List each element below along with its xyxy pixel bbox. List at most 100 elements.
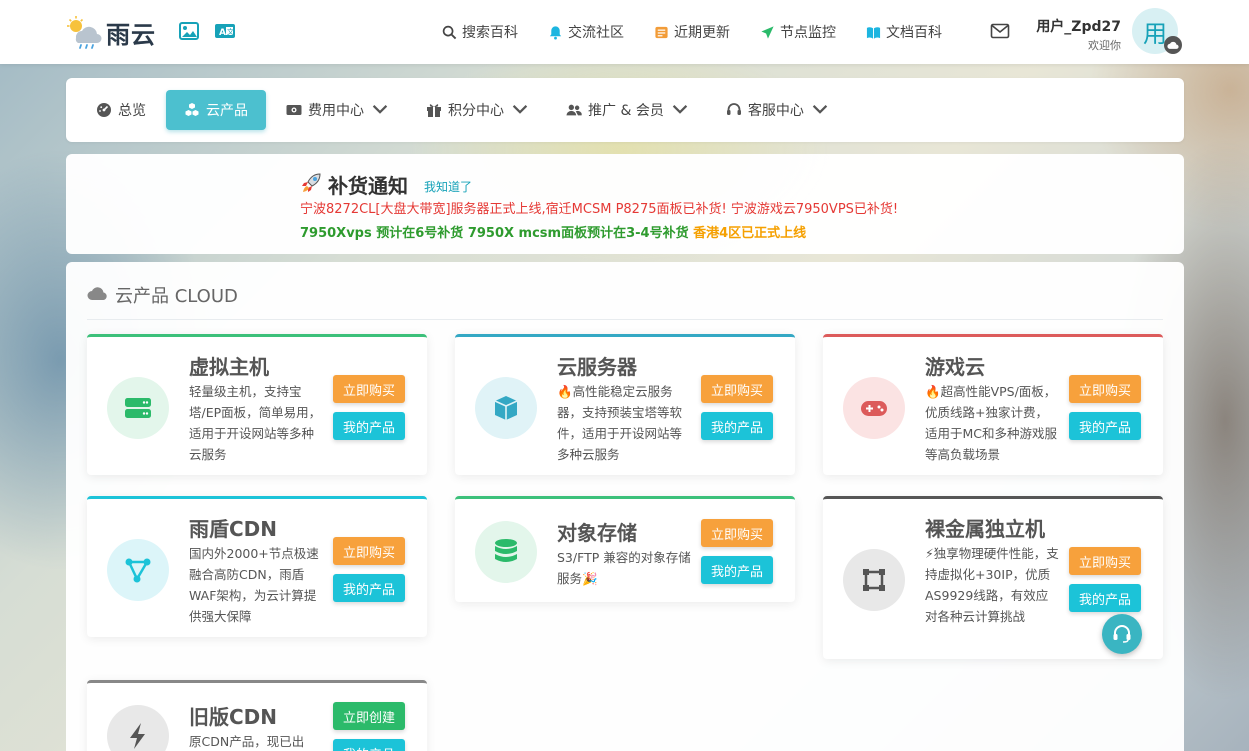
user-welcome: 欢迎你 xyxy=(1088,39,1121,52)
nav-label: 搜索百科 xyxy=(462,25,518,41)
buy-button[interactable]: 立即购买 xyxy=(333,375,405,403)
gamepad-icon xyxy=(843,377,905,439)
menu-cloud-products[interactable]: 云产品 xyxy=(166,90,266,130)
server-icon xyxy=(107,377,169,439)
panel-title: 云产品 CLOUD xyxy=(115,286,238,307)
svg-text:文: 文 xyxy=(227,27,234,36)
nav-label: 近期更新 xyxy=(674,25,730,41)
notice-title: 补货通知 xyxy=(328,174,408,198)
menu-billing[interactable]: 费用中心 xyxy=(268,90,406,130)
notice-header: 补货通知 我知道了 xyxy=(300,170,472,199)
headset-icon xyxy=(726,103,741,115)
card-title: 裸金属独立机 xyxy=(925,517,1045,541)
nav-search-wiki[interactable]: 搜索百科 xyxy=(442,22,518,42)
cloud-icon xyxy=(87,287,107,300)
buy-button[interactable]: 立即购买 xyxy=(1069,547,1141,575)
notes-icon xyxy=(655,26,668,38)
rocket-icon xyxy=(300,171,324,199)
buy-button[interactable]: 立即购买 xyxy=(333,537,405,565)
menu-label: 推广 & 会员 xyxy=(588,103,664,119)
product-card-cdn: 雨盾CDN 国内外2000+节点极速融合高防CDN，雨盾WAF架构，为云计算提供… xyxy=(87,496,427,637)
menu-promotion[interactable]: 推广 & 会员 xyxy=(548,90,706,130)
my-products-button[interactable]: 我的产品 xyxy=(1069,584,1141,612)
mail-icon[interactable] xyxy=(990,22,1010,40)
notice-line-2: 7950Xvps 预计在6号补货 7950X mcsm面板预计在3-4号补货 香… xyxy=(300,222,806,241)
menu-label: 客服中心 xyxy=(747,103,804,119)
card-title: 游戏云 xyxy=(925,355,985,379)
product-card-legacy-cdn: 旧版CDN 原CDN产品，现已出 立即创建 我的产品 xyxy=(87,680,427,751)
search-icon xyxy=(442,25,457,39)
product-card-cloud-server: 云服务器 🔥高性能稳定云服务器，支持预装宝塔等软件，适用于开设网站等多种云服务 … xyxy=(455,334,795,475)
chevron-down-icon xyxy=(812,101,828,120)
box-icon xyxy=(475,377,537,439)
card-title: 对象存储 xyxy=(557,521,637,545)
buy-button[interactable]: 立即购买 xyxy=(701,519,773,547)
support-float-button[interactable] xyxy=(1102,614,1142,654)
restock-notice: 补货通知 我知道了 宁波8272CL[大盘大带宽]服务器正式上线,宿迁MCSM … xyxy=(66,154,1184,254)
create-button[interactable]: 立即创建 xyxy=(333,702,405,730)
bolt-icon xyxy=(107,705,169,751)
card-desc: 轻量级主机，支持宝塔/EP面板，简单易用，适用于开设网站等多种云服务 xyxy=(189,384,322,462)
notice-line-2-orange: 香港4区已正式上线 xyxy=(693,226,807,241)
nav-label: 交流社区 xyxy=(568,25,624,41)
chevron-down-icon xyxy=(672,101,688,120)
avatar[interactable]: 用 xyxy=(1132,8,1182,54)
card-title: 云服务器 xyxy=(557,355,637,379)
top-nav: 搜索百科 交流社区 近期更新 节点监控 文档百科 xyxy=(442,0,972,64)
card-desc: 国内外2000+节点极速融合高防CDN，雨盾WAF架构，为云计算提供强大保障 xyxy=(189,546,319,624)
main-menu: 总览 云产品 费用中心 积分中心 推广 & 会员 客服中心 xyxy=(66,78,1184,142)
top-header: 雨云 A文 搜索百科 交流社区 近期更新 节点监控 文档百科 用户_Zpd27 … xyxy=(0,0,1249,64)
money-icon xyxy=(286,105,302,115)
buy-button[interactable]: 立即购买 xyxy=(1069,375,1141,403)
nav-community[interactable]: 交流社区 xyxy=(548,22,624,42)
notice-line-1: 宁波8272CL[大盘大带宽]服务器正式上线,宿迁MCSM P8275面板已补货… xyxy=(300,202,899,217)
my-products-button[interactable]: 我的产品 xyxy=(333,412,405,440)
menu-label: 积分中心 xyxy=(448,103,504,119)
card-desc: S3/FTP 兼容的对象存储服务🎉 xyxy=(557,550,691,586)
nav-label: 文档百科 xyxy=(886,25,942,41)
product-card-game-cloud: 游戏云 🔥超高性能VPS/面板，优质线路+独家计费，适用于MC和多种游戏服等高负… xyxy=(823,334,1163,475)
weather-logo-icon xyxy=(66,14,102,50)
headset-icon xyxy=(1113,625,1131,643)
image-icon[interactable] xyxy=(179,22,199,40)
user-name: 用户_Zpd27 xyxy=(1036,19,1121,35)
nav-label: 节点监控 xyxy=(780,25,836,41)
product-card-object-storage: 对象存储 S3/FTP 兼容的对象存储服务🎉 立即购买 我的产品 xyxy=(455,496,795,602)
menu-support[interactable]: 客服中心 xyxy=(708,90,846,130)
bell-icon xyxy=(549,25,562,40)
nav-updates[interactable]: 近期更新 xyxy=(654,22,730,42)
dashboard-icon xyxy=(97,103,111,117)
card-desc: 🔥高性能稳定云服务器，支持预装宝塔等软件，适用于开设网站等多种云服务 xyxy=(557,384,683,462)
my-products-button[interactable]: 我的产品 xyxy=(701,556,773,584)
database-icon xyxy=(475,521,537,583)
card-title: 虚拟主机 xyxy=(189,355,269,379)
logo[interactable]: 雨云 xyxy=(66,14,156,50)
my-products-button[interactable]: 我的产品 xyxy=(333,574,405,602)
buy-button[interactable]: 立即购买 xyxy=(701,375,773,403)
send-icon xyxy=(761,25,774,39)
notice-ack-link[interactable]: 我知道了 xyxy=(424,178,472,195)
network-icon xyxy=(107,539,169,601)
frame-icon xyxy=(843,549,905,611)
cloud-badge-icon xyxy=(1164,36,1182,54)
menu-points[interactable]: 积分中心 xyxy=(408,90,546,130)
book-icon xyxy=(866,26,881,39)
nav-docs[interactable]: 文档百科 xyxy=(866,22,942,42)
nav-node-monitor[interactable]: 节点监控 xyxy=(760,22,836,42)
chevron-down-icon xyxy=(512,101,528,120)
card-title: 旧版CDN xyxy=(189,705,278,729)
my-products-button[interactable]: 我的产品 xyxy=(333,739,405,751)
card-desc: ⚡独享物理硬件性能，支持虚拟化+30IP，优质AS9929线路，有效应对各种云计… xyxy=(925,546,1059,624)
card-desc: 🔥超高性能VPS/面板，优质线路+独家计费，适用于MC和多种游戏服等高负载场景 xyxy=(925,384,1058,462)
user-info[interactable]: 用户_Zpd27 欢迎你 xyxy=(1036,16,1121,53)
logo-text: 雨云 xyxy=(106,20,156,49)
product-card-virtual-host: 虚拟主机 轻量级主机，支持宝塔/EP面板，简单易用，适用于开设网站等多种云服务 … xyxy=(87,334,427,475)
card-title: 雨盾CDN xyxy=(189,517,278,541)
language-icon[interactable]: A文 xyxy=(214,22,235,40)
menu-overview[interactable]: 总览 xyxy=(78,90,164,130)
menu-label: 费用中心 xyxy=(308,103,364,119)
my-products-button[interactable]: 我的产品 xyxy=(1069,412,1141,440)
gift-icon xyxy=(427,104,441,117)
my-products-button[interactable]: 我的产品 xyxy=(701,412,773,440)
card-desc: 原CDN产品，现已出 xyxy=(189,734,305,749)
